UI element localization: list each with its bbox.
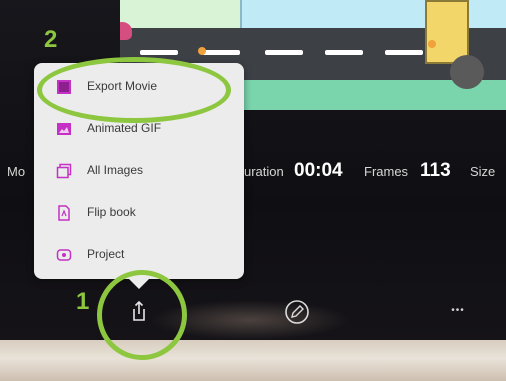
image-icon [57, 123, 71, 135]
step-2-label: 2 [44, 26, 58, 53]
menu-item-label: Export Movie [87, 79, 158, 93]
menu-pointer [128, 278, 150, 289]
size-label: Size [470, 164, 496, 179]
road-dash [140, 50, 178, 55]
pencil-icon [285, 300, 309, 324]
step-1-label: 1 [76, 288, 90, 315]
menu-item-flip-book[interactable]: Flip book [34, 192, 244, 234]
ambient-glow [150, 300, 350, 340]
film-icon [57, 80, 71, 94]
road-dash [202, 50, 240, 55]
road-dash [265, 50, 303, 55]
device-bezel [0, 340, 506, 381]
menu-item-label: All Images [87, 163, 144, 177]
share-button[interactable] [126, 298, 152, 324]
document-icon [58, 205, 70, 221]
menu-item-animated-gif[interactable]: Animated GIF [34, 108, 244, 150]
road-dash [385, 50, 423, 55]
orange-light [198, 47, 206, 55]
more-icon: ••• [451, 305, 465, 316]
frames-label: Frames [364, 164, 409, 179]
more-button[interactable]: ••• [446, 305, 470, 319]
edit-button[interactable] [283, 298, 311, 326]
menu-item-export-movie[interactable]: Export Movie [34, 66, 244, 108]
menu-item-label: Project [87, 247, 125, 261]
mode-label: Mo [7, 164, 26, 179]
road-dash [325, 50, 363, 55]
menu-item-label: Flip book [87, 205, 136, 219]
duration-value: 00:04 [294, 160, 343, 181]
share-menu: Export Movie Animated GIF All Images Fli… [34, 63, 244, 279]
orange-light [428, 40, 436, 48]
project-icon [56, 249, 72, 261]
menu-item-all-images[interactable]: All Images [34, 150, 244, 192]
frames-value: 113 [420, 160, 451, 181]
menu-item-label: Animated GIF [87, 121, 162, 135]
duration-label: uration [244, 164, 284, 179]
menu-item-project[interactable]: Project [34, 234, 244, 276]
stacked-images-icon [56, 163, 72, 179]
truck-wheel [450, 55, 484, 89]
share-icon [133, 300, 145, 321]
